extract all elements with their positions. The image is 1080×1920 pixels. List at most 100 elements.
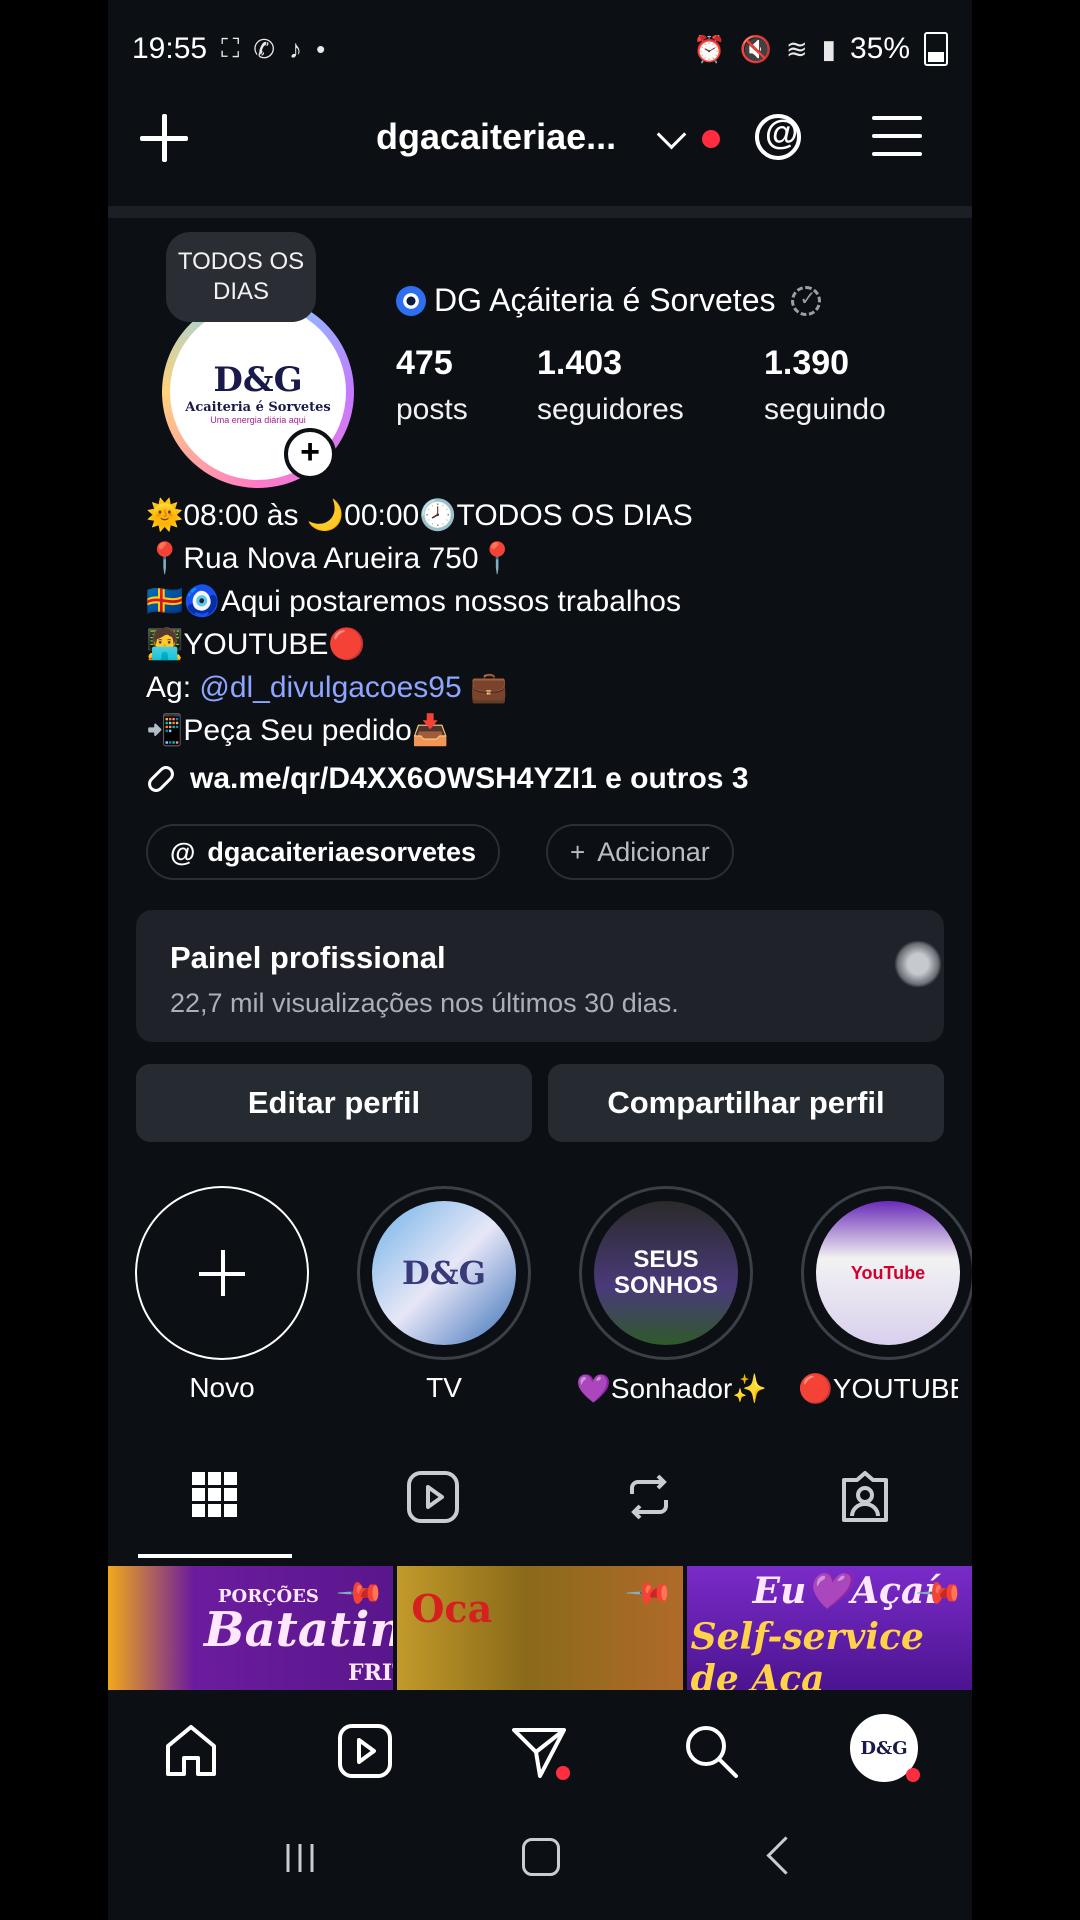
threads-icon: @ [170,836,196,867]
dot-icon: • [316,33,326,64]
stat-followers[interactable]: 1.403 seguidores [537,344,684,427]
avatar-logo-subtitle: Acaiteria é Sorvetes [185,399,331,415]
mute-icon: 🔇 [739,33,772,64]
highlight-label: Novo [189,1372,255,1403]
add-label: Adicionar [597,836,710,867]
bio-line-agency: Ag: @dl_divulgacoes95 💼 [146,666,693,709]
add-highlight-icon [135,1186,309,1360]
search-icon [686,1726,738,1778]
repost-icon [630,1474,668,1520]
highlight-youtube[interactable]: YouTube 🔴YOUTUBE🔴 [798,1186,972,1405]
tab-grid[interactable] [190,1470,250,1530]
bio-line: 🇦🇽🧿Aqui postaremos nossos trabalhos [146,585,681,618]
bio-line: 📍Rua Nova Arueira 750📍 [146,542,516,575]
display-name-text: DG Açáiteria é Sorvetes [434,282,776,318]
highlight-tv[interactable]: D&G TV [354,1186,534,1404]
nav-search[interactable] [682,1722,742,1782]
agency-suffix: 💼 [461,671,508,704]
nav-profile[interactable]: D&G [850,1714,922,1786]
battery-percent: 35% [849,32,910,65]
chevron-down-icon[interactable] [656,119,687,150]
agency-mention-link[interactable]: @dl_divulgacoes95 [199,671,461,704]
highlight-ring: D&G [357,1186,531,1360]
stat-following[interactable]: 1.390 seguindo [764,344,886,427]
notification-dot [702,130,720,148]
account-username[interactable]: dgacaiteriae... [376,116,616,158]
highlight-ring: SEUS SONHOS [579,1186,753,1360]
system-navigation [108,1820,972,1900]
avatar-logo-text: D&G [213,359,303,400]
post-thumbnail[interactable]: Oca 📌 [397,1566,683,1690]
post-thumbnail[interactable]: Eu💜Açaí Self-service de Aça 📌 [686,1566,972,1690]
display-name: DG Açáiteria é Sorvetes [396,282,822,319]
dashboard-indicator [894,940,942,988]
threads-icon[interactable] [755,114,801,160]
bio-line: 🧑‍💻YOUTUBE🔴 [146,628,366,661]
highlight-cover-text: YouTube [850,1262,926,1283]
post-thumbnail[interactable]: PORÇÕES Batatinh FRITA 📌 [108,1566,394,1690]
highlight-cover: SEUS SONHOS [594,1201,738,1345]
external-link-text[interactable]: wa.me/qr/D4XX6OWSH4YZI1 e outros 3 [190,762,749,796]
dashboard-subtitle: 22,7 mil visualizações nos últimos 30 di… [170,988,679,1018]
threads-profile-pill[interactable]: @ dgacaiteriaesorvetes [146,824,501,880]
home-system-icon[interactable] [522,1838,560,1876]
note-bubble[interactable]: TODOS OS DIAS [166,232,316,322]
status-bar: 19:55 ⛶ ✆ ♪ • ⏰ 🔇 ≋ ▮ 35% [132,28,948,70]
avatar-logo-tagline: Uma energia diária aqui [210,414,306,425]
professional-dashboard[interactable]: Painel profissional 22,7 mil visualizaçõ… [136,910,944,1042]
link-icon [144,762,178,796]
profile-dot [906,1768,920,1782]
recent-apps-icon[interactable] [282,1840,318,1876]
pin-icon: 📌 [625,1568,675,1619]
whatsapp-icon: ✆ [253,33,276,64]
active-tab-indicator [138,1554,292,1558]
highlight-cover: YouTube [816,1201,960,1345]
tab-reposts[interactable] [622,1470,682,1530]
back-icon[interactable] [766,1836,805,1875]
nav-messages[interactable] [510,1722,570,1782]
verification-icon[interactable] [791,285,822,316]
share-profile-button[interactable]: Compartilhar perfil [548,1064,944,1142]
highlight-cover: D&G [372,1201,516,1345]
clock: 19:55 [132,32,208,65]
alarm-icon: ⏰ [693,33,726,64]
highlight-ring: YouTube [801,1186,972,1360]
nav-home[interactable] [162,1722,222,1782]
highlight-label: 💜Sonhador✨ [576,1373,768,1404]
reels-icon [407,1471,459,1523]
create-button[interactable] [138,112,190,164]
posts-grid: PORÇÕES Batatinh FRITA 📌 Oca 📌 Eu💜Açaí S… [108,1566,972,1690]
stat-number: 1.390 [764,344,850,382]
highlight-label: TV [426,1372,462,1403]
tab-tagged[interactable] [838,1470,898,1530]
bio: 🌞08:00 às 🌙00:00🕗TODOS OS DIAS 📍Rua Nova… [146,494,693,752]
reels-icon [338,1724,392,1778]
highlight-new[interactable]: Novo [132,1186,312,1404]
highlight-cover-text: D&G [402,1254,486,1292]
screen-record-icon: ⛶ [221,33,240,63]
highlight-sonhador[interactable]: SEUS SONHOS 💜Sonhador✨ [576,1186,768,1405]
stat-number: 1.403 [537,344,623,382]
threads-handle: dgacaiteriaesorvetes [207,836,477,867]
stat-number: 475 [396,344,453,382]
bottom-navigation: D&G [108,1704,972,1800]
stat-posts[interactable]: 475 posts [396,344,468,427]
highlight-cover-text: SEUS SONHOS [613,1246,718,1299]
plus-icon: + [570,836,586,867]
add-link-pill[interactable]: + Adicionar [546,824,734,880]
post-text: Eu💜Açaí [752,1570,938,1612]
stat-label: seguindo [764,393,886,426]
highlight-label: 🔴YOUTUBE🔴 [798,1373,958,1404]
top-bar: dgacaiteriae... [108,100,972,180]
grid-icon [192,1472,237,1517]
agency-prefix: Ag: [146,671,200,704]
add-story-button[interactable]: + [284,428,336,480]
stat-label: posts [396,393,468,426]
tab-reels[interactable] [406,1470,466,1530]
edit-profile-button[interactable]: Editar perfil [136,1064,532,1142]
nav-reels[interactable] [336,1722,396,1782]
external-link[interactable]: wa.me/qr/D4XX6OWSH4YZI1 e outros 3 [144,762,749,796]
profile-tabs [108,1470,972,1562]
menu-button[interactable] [872,116,922,160]
bio-line: 📲Peça Seu pedido📥 [146,714,450,747]
